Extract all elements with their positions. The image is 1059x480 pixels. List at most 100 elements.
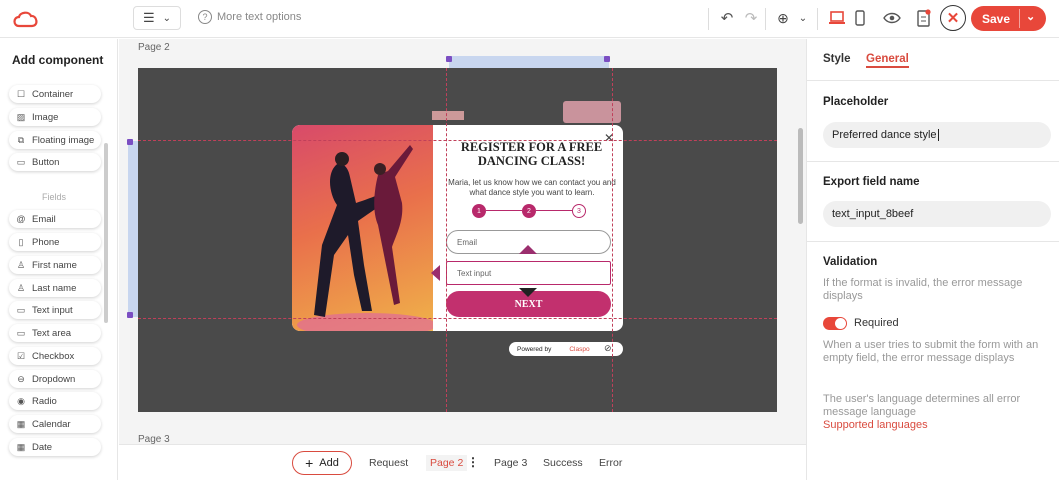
tab-request[interactable]: Request — [369, 457, 408, 469]
component-label: Container — [32, 88, 74, 100]
field-label: Text input — [32, 304, 73, 316]
field-checkbox[interactable]: ☑ Checkbox — [9, 347, 101, 365]
tab-general[interactable]: General — [866, 53, 909, 68]
required-toggle[interactable] — [823, 317, 847, 330]
move-up-arrow-icon[interactable] — [519, 245, 537, 254]
language-chevron-icon[interactable]: ⌄ — [796, 9, 810, 27]
preview-eye-icon[interactable] — [882, 9, 902, 27]
properties-panel: Style General Placeholder Preferred danc… — [806, 39, 1059, 480]
placeholder-input[interactable]: Preferred dance style — [823, 122, 1051, 148]
app-logo[interactable] — [12, 9, 40, 29]
field-last-name[interactable]: ♙ Last name — [9, 279, 101, 297]
dropdown-icon: ⊖ — [17, 373, 25, 384]
divider — [807, 80, 1059, 81]
dancers-photo — [292, 125, 437, 331]
fields-heading: Fields — [42, 192, 67, 202]
field-label: Calendar — [32, 418, 71, 430]
component-button[interactable]: ▭ Button — [9, 153, 101, 171]
field-radio[interactable]: ◉ Radio — [9, 392, 101, 410]
step-3: 3 — [572, 204, 586, 218]
component-floating-image[interactable]: ⧉ Floating image — [9, 131, 101, 149]
component-image[interactable]: ▨ Image — [9, 108, 101, 126]
resize-handle[interactable] — [127, 139, 133, 145]
panel-title: Add component — [12, 53, 104, 67]
chevron-down-icon: ⌄ — [162, 12, 172, 24]
email-placeholder: Email — [457, 237, 478, 247]
field-label: Last name — [32, 282, 77, 294]
hide-eye-icon[interactable]: ⊘ — [604, 343, 612, 354]
panel-scrollbar[interactable] — [104, 143, 108, 323]
tab-error[interactable]: Error — [599, 457, 622, 469]
page-options-icon[interactable]: ⋮ — [467, 455, 479, 469]
move-down-arrow-icon[interactable] — [519, 288, 537, 297]
tab-success[interactable]: Success — [543, 457, 583, 469]
mobile-view-icon[interactable] — [854, 9, 866, 27]
undo-icon[interactable]: ↶ — [718, 9, 736, 27]
supported-languages-link[interactable]: Supported languages — [823, 419, 928, 431]
text-align-dropdown[interactable]: ☰ ⌄ — [133, 6, 181, 30]
language-description: The user's language determines all error… — [823, 393, 1021, 418]
close-icon: ✕ — [946, 10, 960, 27]
field-label: Text area — [32, 327, 72, 339]
tab-page-3[interactable]: Page 3 — [494, 457, 527, 469]
component-label: Floating image — [32, 134, 95, 146]
close-editor-button[interactable]: ✕ — [940, 5, 966, 31]
move-left-arrow-icon[interactable] — [431, 265, 440, 281]
guide-line — [138, 318, 777, 319]
checkbox-icon: ☑ — [16, 350, 26, 361]
tab-page-2[interactable]: Page 2 — [426, 455, 468, 471]
tab-style[interactable]: Style — [823, 53, 851, 65]
text-area-icon: ▭ — [16, 327, 26, 338]
add-page-button[interactable]: + Add — [292, 451, 352, 475]
page-2-label: Page 2 — [138, 42, 170, 53]
field-email[interactable]: @ Email — [9, 210, 101, 228]
globe-icon[interactable]: ⊕ — [774, 9, 792, 27]
required-label: Required — [854, 317, 899, 329]
validation-description: If the format is invalid, the error mess… — [823, 277, 1023, 302]
powered-by-badge[interactable]: Powered by Claspo ⊘ — [509, 342, 623, 356]
add-component-panel: Add component ☐ Container ▨ Image ⧉ Floatin… — [0, 39, 118, 480]
more-text-options-button[interactable]: ? More text options — [198, 10, 301, 24]
field-label: Phone — [32, 236, 60, 248]
canvas-scrollbar[interactable] — [798, 128, 803, 224]
step-1: 1 — [472, 204, 486, 218]
field-dropdown[interactable]: ⊖ Dropdown — [9, 370, 101, 388]
field-label: Email — [32, 213, 56, 225]
top-toolbar: ☰ ⌄ ? More text options ↶ ↷ ⊕ ⌄ ✕ Save ⌄ — [0, 0, 1059, 38]
save-button[interactable]: Save ⌄ — [971, 6, 1046, 31]
date-icon: ▦ — [16, 441, 26, 452]
resize-handle[interactable] — [127, 312, 133, 318]
field-first-name[interactable]: ♙ First name — [9, 256, 101, 274]
radio-icon: ◉ — [17, 395, 25, 406]
field-phone[interactable]: ▯ Phone — [9, 233, 101, 251]
export-field-value: text_input_8beef — [832, 208, 914, 220]
calendar-icon: ▦ — [16, 418, 26, 429]
export-field-input[interactable]: text_input_8beef — [823, 201, 1051, 227]
selection-highlight-left — [128, 141, 138, 317]
step-connector — [536, 210, 572, 212]
field-text-input[interactable]: ▭ Text input — [9, 301, 101, 319]
guide-line — [446, 68, 447, 412]
field-text-area[interactable]: ▭ Text area — [9, 324, 101, 342]
checklist-icon[interactable] — [916, 8, 932, 28]
guide-line — [612, 68, 613, 412]
field-calendar[interactable]: ▦ Calendar — [9, 415, 101, 433]
redo-icon[interactable]: ↷ — [742, 9, 760, 27]
save-chevron-icon[interactable]: ⌄ — [1026, 10, 1035, 23]
resize-handle[interactable] — [604, 56, 610, 62]
component-container[interactable]: ☐ Container — [9, 85, 101, 103]
popup-title: REGISTER FOR A FREE DANCING CLASS! — [460, 140, 603, 168]
field-label: Radio — [32, 395, 57, 407]
person-icon: ♙ — [16, 282, 26, 293]
floating-image-icon: ⧉ — [17, 134, 25, 145]
step-connector — [486, 210, 522, 212]
resize-handle[interactable] — [446, 56, 452, 62]
desktop-view-icon[interactable] — [828, 10, 846, 26]
export-field-heading: Export field name — [823, 176, 920, 188]
popup-preview[interactable]: REGISTER FOR A FREE DANCING CLASS! Maria… — [292, 125, 623, 331]
field-date[interactable]: ▦ Date — [9, 438, 101, 456]
field-label: First name — [32, 259, 77, 271]
element-tag — [432, 111, 464, 120]
button-icon: ▭ — [16, 156, 26, 167]
text-input-field[interactable]: Text input — [446, 261, 611, 285]
